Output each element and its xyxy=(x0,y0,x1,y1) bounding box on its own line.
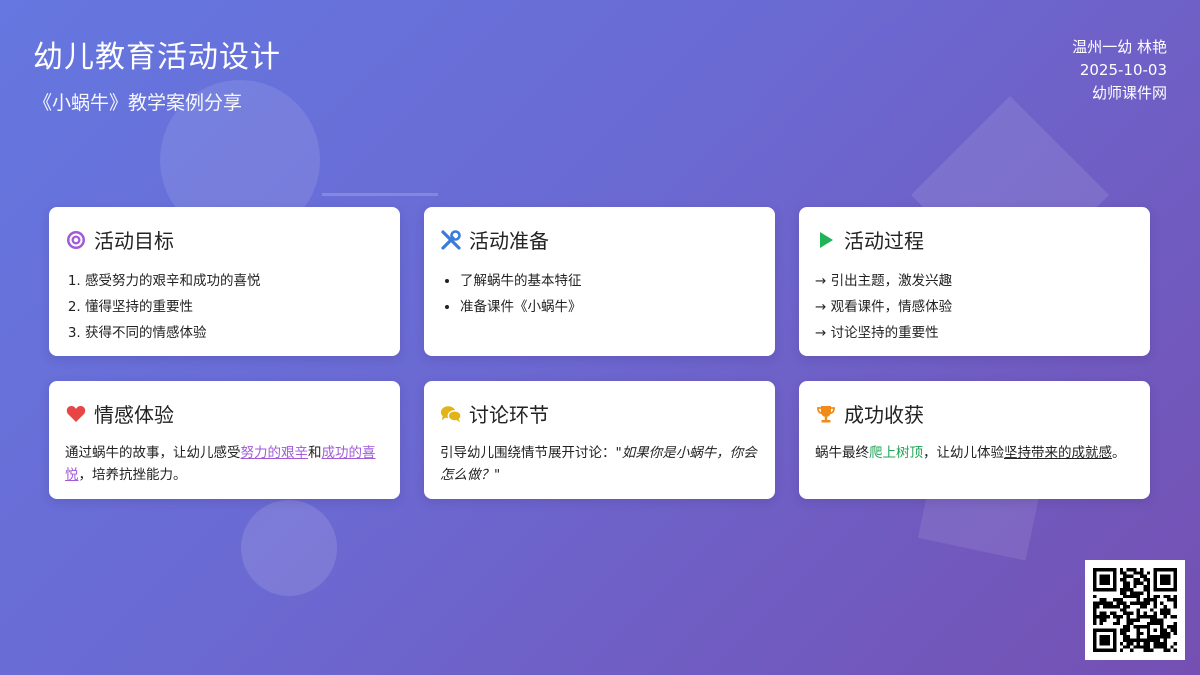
card-activity-prep: 活动准备 了解蜗牛的基本特征 准备课件《小蜗牛》 xyxy=(424,207,775,356)
goals-list: 感受努力的艰辛和成功的喜悦 懂得坚持的重要性 获得不同的情感体验 xyxy=(65,268,384,346)
source-label: 幼师课件网 xyxy=(1091,84,1167,102)
card-title: 成功收获 xyxy=(844,403,924,427)
decorative-circle xyxy=(241,500,337,596)
page-title: 幼儿教育活动设计 xyxy=(33,40,281,75)
card-harvest: 成功收获 蜗牛最终爬上树顶，让幼儿体验坚持带来的成就感。 xyxy=(799,381,1150,499)
card-title: 活动目标 xyxy=(94,229,174,253)
card-title: 讨论环节 xyxy=(469,403,549,427)
heart-icon xyxy=(65,403,87,425)
trophy-icon xyxy=(815,403,837,425)
list-item: 懂得坚持的重要性 xyxy=(85,294,384,320)
date-label: 2025-10-03 xyxy=(1079,61,1167,79)
list-item: → 引出主题，激发兴趣 xyxy=(815,273,953,289)
card-text: 通过蜗牛的故事，让幼儿感受努力的艰辛和成功的喜悦，培养抗挫能力。 xyxy=(65,445,376,483)
highlight-text: 坚持带来的成就感 xyxy=(1004,445,1112,461)
card-activity-process: 活动过程 → 引出主题，激发兴趣 → 观看课件，情感体验 → 讨论坚持的重要性 xyxy=(799,207,1150,356)
card-title: 活动过程 xyxy=(844,229,924,253)
target-icon xyxy=(65,229,87,251)
page-subtitle: 《小蜗牛》教学案例分享 xyxy=(33,92,243,114)
list-item: → 讨论坚持的重要性 xyxy=(815,325,939,341)
tools-icon xyxy=(440,229,462,251)
card-title: 活动准备 xyxy=(469,229,549,253)
card-discussion: 讨论环节 引导幼儿围绕情节展开讨论："如果你是小蜗牛，你会怎么做？" xyxy=(424,381,775,499)
list-item: → 观看课件，情感体验 xyxy=(815,299,953,315)
card-title: 情感体验 xyxy=(94,403,174,427)
card-text: 引导幼儿围绕情节展开讨论："如果你是小蜗牛，你会怎么做？" xyxy=(440,445,757,483)
prep-list: 了解蜗牛的基本特征 准备课件《小蜗牛》 xyxy=(440,268,759,320)
list-item: 准备课件《小蜗牛》 xyxy=(460,294,759,320)
list-item: 感受努力的艰辛和成功的喜悦 xyxy=(85,268,384,294)
highlight-text: 努力的艰辛 xyxy=(240,445,309,461)
chat-icon xyxy=(440,403,462,425)
card-activity-goals: 活动目标 感受努力的艰辛和成功的喜悦 懂得坚持的重要性 获得不同的情感体验 xyxy=(49,207,400,356)
decorative-line xyxy=(322,193,438,196)
highlight-text: 爬上树顶 xyxy=(869,445,923,461)
card-emotion: 情感体验 通过蜗牛的故事，让幼儿感受努力的艰辛和成功的喜悦，培养抗挫能力。 xyxy=(49,381,400,499)
qr-code xyxy=(1085,560,1185,660)
card-text: 蜗牛最终爬上树顶，让幼儿体验坚持带来的成就感。 xyxy=(815,445,1126,461)
card-grid: 活动目标 感受努力的艰辛和成功的喜悦 懂得坚持的重要性 获得不同的情感体验 活动… xyxy=(49,207,1151,499)
header-meta: 温州一幼 林艳 2025-10-03 幼师课件网 xyxy=(1072,36,1167,105)
list-item: 了解蜗牛的基本特征 xyxy=(460,268,759,294)
list-item: 获得不同的情感体验 xyxy=(85,320,384,346)
author-label: 温州一幼 林艳 xyxy=(1072,38,1167,56)
play-icon xyxy=(815,229,837,251)
header: 幼儿教育活动设计 《小蜗牛》教学案例分享 xyxy=(33,32,281,115)
